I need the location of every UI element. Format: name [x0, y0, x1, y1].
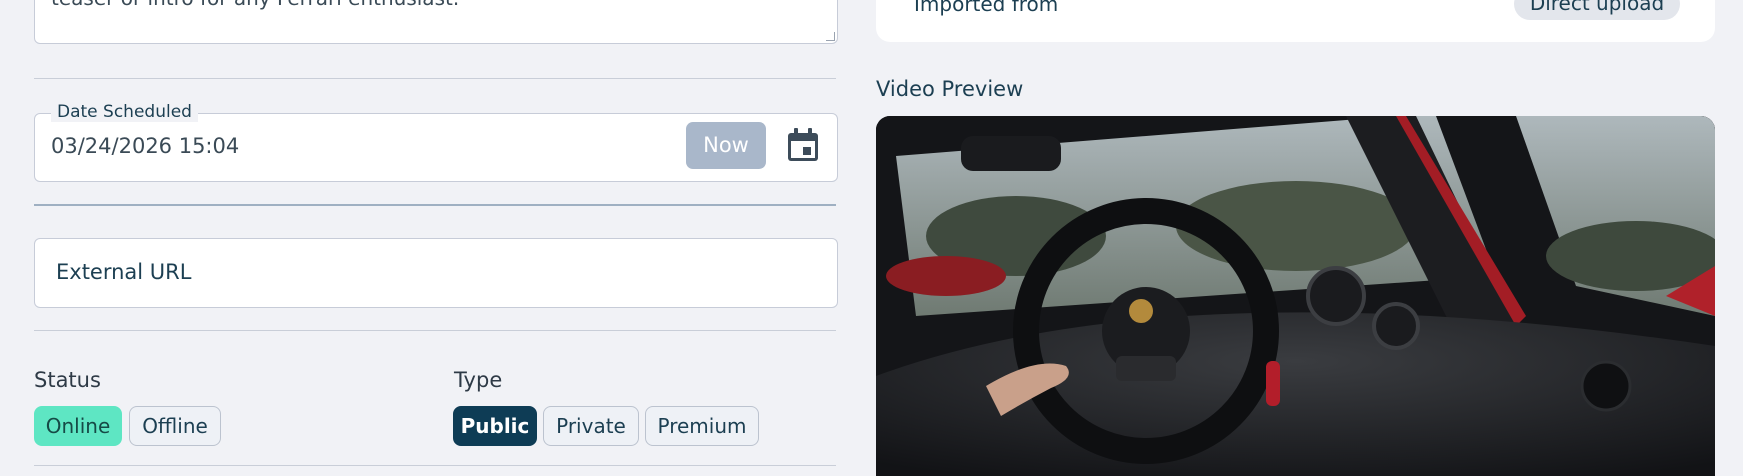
type-chip-public[interactable]: Public: [453, 406, 537, 446]
date-scheduled-value[interactable]: 03/24/2026 15:04: [51, 134, 239, 158]
status-chip-online[interactable]: Online: [34, 406, 122, 446]
external-url-placeholder: External URL: [56, 260, 192, 284]
calendar-icon[interactable]: [786, 127, 820, 163]
status-chip-offline[interactable]: Offline: [129, 406, 221, 446]
imported-from-badge: Direct upload: [1514, 0, 1680, 20]
status-label: Status: [34, 368, 101, 392]
section-divider: [34, 204, 836, 206]
type-label: Type: [454, 368, 503, 392]
now-button[interactable]: Now: [686, 122, 766, 169]
video-preview[interactable]: [876, 116, 1715, 476]
date-scheduled-label: Date Scheduled: [51, 102, 198, 122]
video-info-card: Imported from Direct upload: [876, 0, 1715, 42]
external-url-field[interactable]: External URL: [34, 238, 838, 308]
imported-from-label: Imported from: [914, 0, 1059, 16]
section-divider: [34, 330, 836, 331]
section-divider: [34, 78, 836, 79]
description-text: teaser or intro for any Ferrari enthusia…: [51, 0, 459, 10]
resize-handle[interactable]: [826, 32, 835, 41]
type-chip-private[interactable]: Private: [543, 406, 639, 446]
video-thumbnail-car-interior: [876, 116, 1715, 476]
description-textarea[interactable]: teaser or intro for any Ferrari enthusia…: [34, 0, 838, 44]
section-divider: [34, 465, 836, 466]
date-scheduled-field[interactable]: Date Scheduled 03/24/2026 15:04 Now: [34, 102, 838, 182]
video-preview-label: Video Preview: [876, 77, 1024, 101]
type-chip-premium[interactable]: Premium: [645, 406, 759, 446]
